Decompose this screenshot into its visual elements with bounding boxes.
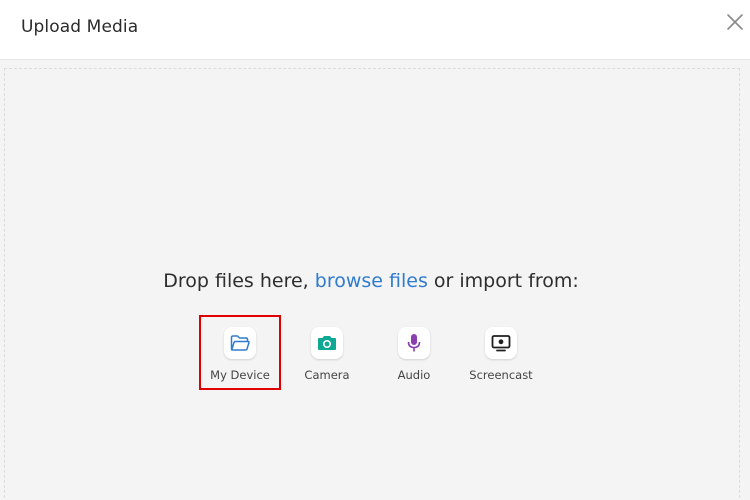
upload-media-dialog: Upload Media Drop files here, browse fil… <box>0 0 750 500</box>
drop-text-suffix: or import from: <box>427 270 579 292</box>
source-my-device[interactable]: My Device <box>199 315 281 390</box>
dropzone-area[interactable]: Drop files here, browse files or import … <box>0 60 750 500</box>
close-icon <box>727 14 743 30</box>
source-tile <box>224 327 256 359</box>
source-label: Camera <box>304 368 350 382</box>
microphone-icon <box>407 334 421 352</box>
source-tile <box>311 327 343 359</box>
source-label: Screencast <box>469 368 533 382</box>
source-tile <box>398 327 430 359</box>
screen-icon <box>491 335 511 352</box>
drop-text-prefix: Drop files here, <box>163 270 315 292</box>
dialog-header: Upload Media <box>0 0 750 60</box>
source-audio[interactable]: Audio <box>374 315 454 382</box>
close-button[interactable] <box>726 13 744 31</box>
source-tile <box>485 327 517 359</box>
camera-icon <box>318 336 336 350</box>
browse-files-link[interactable]: browse files <box>315 270 428 292</box>
dialog-title: Upload Media <box>21 17 139 37</box>
folder-icon <box>230 335 250 351</box>
source-camera[interactable]: Camera <box>287 315 367 382</box>
source-label: Audio <box>397 368 431 382</box>
import-sources: My Device Camera Audio Screencast <box>0 315 750 395</box>
source-label: My Device <box>210 368 270 382</box>
source-screencast[interactable]: Screencast <box>461 315 541 382</box>
drop-instructions: Drop files here, browse files or import … <box>0 270 742 292</box>
